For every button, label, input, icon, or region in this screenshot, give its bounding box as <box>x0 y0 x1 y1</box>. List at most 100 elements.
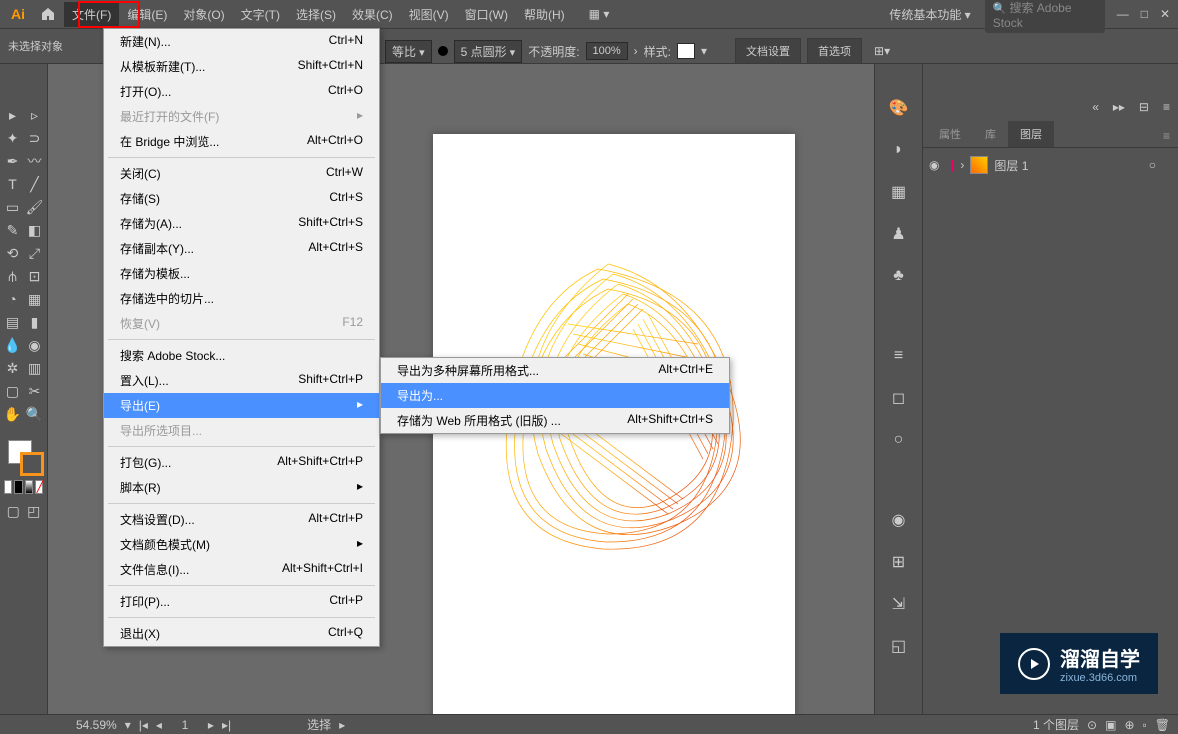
expand-panels-icon[interactable]: « <box>1092 100 1099 114</box>
color-chip[interactable] <box>25 480 33 494</box>
menu-item[interactable]: 打开(O)...Ctrl+O <box>104 79 379 104</box>
rotate-tool[interactable]: ⟲ <box>2 242 23 264</box>
rectangle-tool[interactable]: ▭ <box>2 196 23 218</box>
panel-close-icon[interactable]: ≡ <box>1163 100 1170 114</box>
swatches-panel-icon[interactable]: ◗ <box>887 138 911 162</box>
menu-object[interactable]: 对象(O) <box>175 2 232 27</box>
slice-tool[interactable]: ✂ <box>24 380 45 402</box>
tab-libraries[interactable]: 库 <box>973 121 1008 147</box>
brush-def[interactable]: 5 点圆形 ▾ <box>454 40 523 63</box>
menu-select[interactable]: 选择(S) <box>288 2 344 27</box>
preferences-button[interactable]: 首选项 <box>807 38 862 64</box>
stroke-panel-icon[interactable]: ♣ <box>887 264 911 288</box>
home-icon[interactable] <box>36 2 60 26</box>
edit-mode-tool[interactable]: ◰ <box>25 500 44 522</box>
symbols-panel-icon[interactable]: ♟ <box>887 222 911 246</box>
zoom-level[interactable]: 54.59% <box>76 718 117 732</box>
minimize-icon[interactable]: — <box>1117 7 1129 21</box>
mesh-tool[interactable]: ▤ <box>2 311 23 333</box>
opacity-field[interactable]: 100% <box>586 42 628 60</box>
workspace-switcher[interactable]: 传统基本功能 ▾ <box>883 4 976 25</box>
shaper-tool[interactable]: ✎ <box>2 219 23 241</box>
submenu-item[interactable]: 存储为 Web 所用格式 (旧版) ...Alt+Shift+Ctrl+S <box>381 408 729 433</box>
shape-builder-tool[interactable]: ◔ <box>2 288 23 310</box>
transparency-panel-icon[interactable]: ◻ <box>887 386 911 410</box>
menu-item[interactable]: 打印(P)...Ctrl+P <box>104 589 379 614</box>
free-transform-tool[interactable]: ⊡ <box>24 265 45 287</box>
locate-layer-icon[interactable]: ⊙ <box>1087 718 1097 732</box>
align-panel-icon[interactable]: ⊞ <box>887 550 911 574</box>
fill-stroke-swatch[interactable] <box>8 440 44 476</box>
delete-layer-icon[interactable]: 🗑 <box>1155 718 1170 732</box>
nav-first-icon[interactable]: |◂ <box>139 718 148 732</box>
graph-tool[interactable]: ▥ <box>24 357 45 379</box>
perspective-tool[interactable]: ▦ <box>24 288 45 310</box>
layer-name[interactable]: 图层 1 <box>994 157 1028 174</box>
menu-item[interactable]: 脚本(R)▸ <box>104 475 379 500</box>
menu-edit[interactable]: 编辑(E) <box>119 2 175 27</box>
tab-properties[interactable]: 属性 <box>927 121 973 147</box>
menu-window[interactable]: 窗口(W) <box>457 2 516 27</box>
screen-mode-tool[interactable]: ▢ <box>4 500 23 522</box>
align-icon[interactable]: ⊞▾ <box>868 44 896 58</box>
paintbrush-tool[interactable]: 🖌 <box>24 196 45 218</box>
menu-item[interactable]: 存储(S)Ctrl+S <box>104 186 379 211</box>
brushes-panel-icon[interactable]: ▦ <box>887 180 911 204</box>
curvature-tool[interactable]: 〰 <box>24 150 45 172</box>
make-clip-icon[interactable]: ▣ <box>1105 718 1116 732</box>
menu-item[interactable]: 导出(E)▸ <box>104 393 379 418</box>
graphic-styles-icon[interactable]: ◉ <box>887 508 911 532</box>
selection-tool[interactable]: ▸ <box>2 104 23 126</box>
eyedropper-tool[interactable]: 💧 <box>2 334 23 356</box>
pathfinder-icon[interactable]: ⇲ <box>887 592 911 616</box>
nav-next-icon[interactable]: ▸ <box>208 718 214 732</box>
document-setup-button[interactable]: 文档设置 <box>735 38 801 64</box>
menu-item[interactable]: 存储为(A)...Shift+Ctrl+S <box>104 211 379 236</box>
opacity-arrow-icon[interactable]: › <box>634 44 638 58</box>
color-chip[interactable] <box>14 480 22 494</box>
style-swatch[interactable] <box>677 43 695 59</box>
menu-item[interactable]: 打包(G)...Alt+Shift+Ctrl+P <box>104 450 379 475</box>
menu-item[interactable]: 置入(L)...Shift+Ctrl+P <box>104 368 379 393</box>
target-icon[interactable]: ○ <box>1149 158 1156 172</box>
transform-panel-icon[interactable]: ◱ <box>887 634 911 658</box>
menu-item[interactable]: 退出(X)Ctrl+Q <box>104 621 379 646</box>
submenu-item[interactable]: 导出为多种屏幕所用格式...Alt+Ctrl+E <box>381 358 729 383</box>
panel-options-icon[interactable]: ≡ <box>1159 125 1174 147</box>
line-tool[interactable]: ╱ <box>24 173 45 195</box>
menu-item[interactable]: 搜索 Adobe Stock... <box>104 343 379 368</box>
menu-item[interactable]: 新建(N)...Ctrl+N <box>104 29 379 54</box>
hand-tool[interactable]: ✋ <box>2 403 23 425</box>
menu-view[interactable]: 视图(V) <box>401 2 457 27</box>
menu-item[interactable]: 存储为模板... <box>104 261 379 286</box>
menu-item[interactable]: 存储选中的切片... <box>104 286 379 311</box>
layer-row[interactable]: ◉ | › 图层 1 ○ <box>923 152 1178 178</box>
menu-item[interactable]: 关闭(C)Ctrl+W <box>104 161 379 186</box>
eraser-tool[interactable]: ◧ <box>24 219 45 241</box>
menu-file[interactable]: 文件(F) <box>64 2 119 27</box>
close-icon[interactable]: ✕ <box>1160 7 1170 21</box>
type-tool[interactable]: T <box>2 173 23 195</box>
panel-menu-icon[interactable]: ▸▸ <box>1113 100 1125 114</box>
search-stock-input[interactable]: 🔍 搜索 Adobe Stock <box>985 0 1105 33</box>
blend-tool[interactable]: ◉ <box>24 334 45 356</box>
menu-item[interactable]: 文档设置(D)...Alt+Ctrl+P <box>104 507 379 532</box>
menu-help[interactable]: 帮助(H) <box>516 2 573 27</box>
menu-effect[interactable]: 效果(C) <box>344 2 401 27</box>
pen-tool[interactable]: ✒ <box>2 150 23 172</box>
symbol-sprayer-tool[interactable]: ✲ <box>2 357 23 379</box>
scale-tool[interactable]: ⤢ <box>24 242 45 264</box>
arrange-docs-icon[interactable]: ▦ ▾ <box>585 7 614 21</box>
menu-item[interactable]: 存储副本(Y)...Alt+Ctrl+S <box>104 236 379 261</box>
zoom-tool[interactable]: 🔍 <box>24 403 45 425</box>
artboard-tool[interactable]: ▢ <box>2 380 23 402</box>
menu-item[interactable]: 在 Bridge 中浏览...Alt+Ctrl+O <box>104 129 379 154</box>
menu-item[interactable]: 文档颜色模式(M)▸ <box>104 532 379 557</box>
color-panel-icon[interactable]: 🎨 <box>887 96 911 120</box>
chevron-right-icon[interactable]: › <box>960 158 964 172</box>
width-tool[interactable]: ⫛ <box>2 265 23 287</box>
maximize-icon[interactable]: □ <box>1141 7 1148 21</box>
new-sublayer-icon[interactable]: ⊕ <box>1124 718 1134 732</box>
stroke-profile[interactable]: 等比 ▾ <box>385 40 432 63</box>
new-layer-icon[interactable]: ▫ <box>1143 718 1147 732</box>
